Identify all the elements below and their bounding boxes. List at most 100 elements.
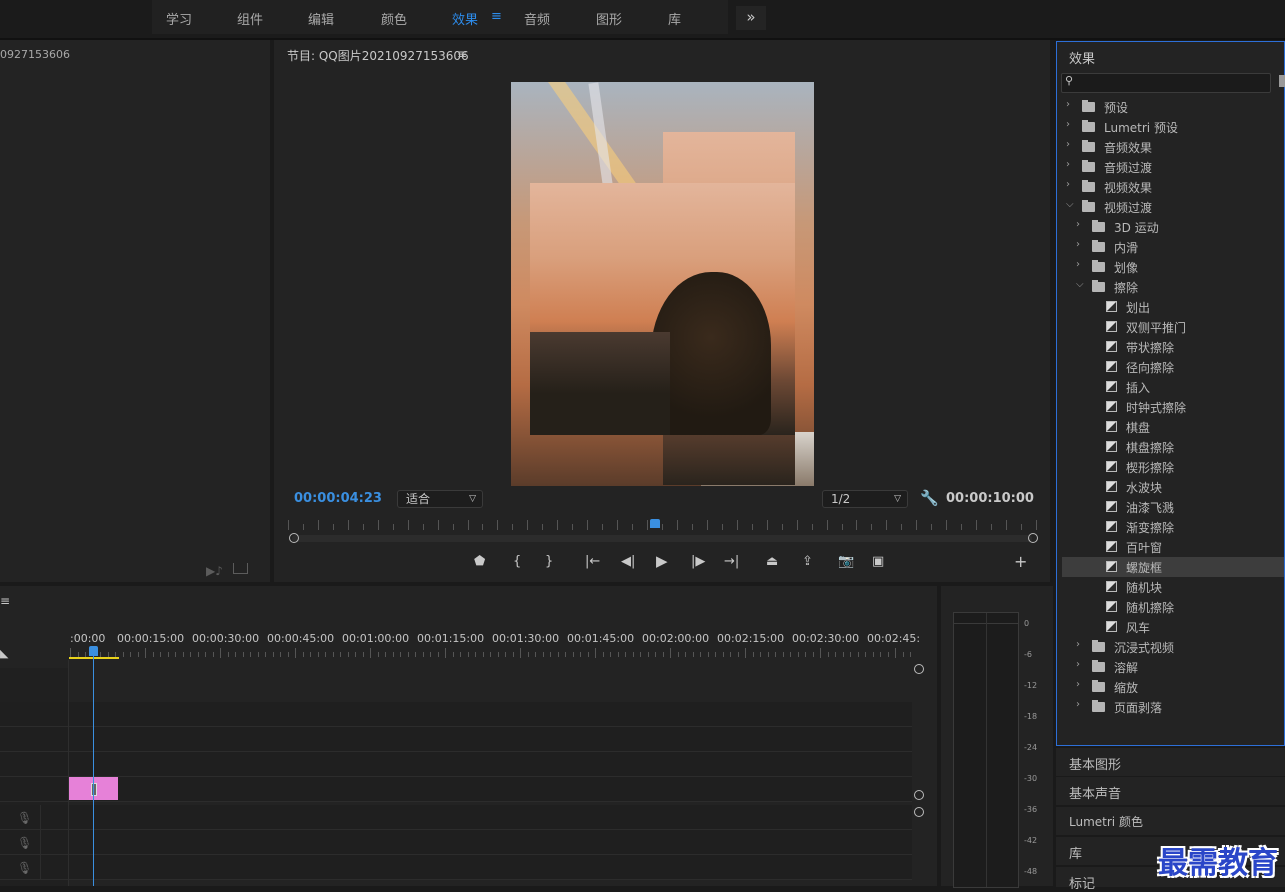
effects-tree-item[interactable]: 随机块 — [1062, 577, 1284, 597]
microphone-icon[interactable]: 🎙 — [17, 861, 32, 875]
chevron-right-icon[interactable]: › — [1066, 179, 1070, 190]
work-area-bar[interactable] — [69, 657, 119, 659]
effects-tree-item[interactable]: 水波块 — [1062, 477, 1284, 497]
audio-scroll-handle-top[interactable] — [914, 807, 924, 817]
panel-essential-graphics[interactable]: 基本图形 — [1056, 747, 1285, 776]
effects-tree-item[interactable]: 百叶窗 — [1062, 537, 1284, 557]
track-v3[interactable] — [0, 702, 912, 727]
chevron-right-icon[interactable]: › — [1076, 699, 1080, 710]
scrollbar-left-handle[interactable] — [289, 533, 299, 543]
effects-tree-item[interactable]: 划出 — [1062, 297, 1284, 317]
effects-tree-item[interactable]: › 音频效果 — [1062, 137, 1284, 157]
go-to-out-button[interactable]: →| — [724, 554, 739, 569]
track-a1[interactable] — [0, 805, 912, 830]
track-v1-top[interactable] — [0, 752, 912, 777]
panel-lumetri-color[interactable]: Lumetri 颜色 — [1056, 806, 1285, 835]
mark-out-button[interactable]: } — [545, 554, 553, 569]
vertical-scroll-handle-top[interactable] — [914, 664, 924, 674]
effects-tree-item[interactable]: 渐变擦除 — [1062, 517, 1284, 537]
effects-tree-item[interactable]: ⌵ 视频过渡 — [1062, 197, 1284, 217]
zoom-level-select[interactable]: 适合 ▽ — [397, 490, 483, 508]
program-playhead[interactable] — [649, 519, 660, 528]
track-a2[interactable] — [0, 830, 912, 855]
extract-button[interactable]: ⇪ — [802, 554, 813, 569]
effects-tree-item[interactable]: › 沉浸式视频 — [1062, 637, 1284, 657]
workspace-tab-effects[interactable]: 效果 — [452, 9, 478, 28]
track-a3[interactable] — [0, 855, 912, 880]
program-zoom-scrollbar[interactable] — [292, 535, 1032, 542]
go-to-in-button[interactable]: |← — [585, 554, 600, 569]
microphone-icon[interactable]: 🎙 — [17, 836, 32, 850]
workspace-overflow-button[interactable]: » — [736, 6, 766, 30]
snap-icon[interactable]: ◣ — [0, 647, 8, 660]
effects-tree-item[interactable]: 插入 — [1062, 377, 1284, 397]
workspace-tab-graphics[interactable]: 图形 — [596, 9, 622, 28]
timeline-playhead-handle[interactable] — [89, 646, 98, 656]
effects-tree-item[interactable]: 随机擦除 — [1062, 597, 1284, 617]
effects-tree-item[interactable]: 棋盘 — [1062, 417, 1284, 437]
effects-tree-item[interactable]: ⌵ 擦除 — [1062, 277, 1284, 297]
program-time-ruler[interactable] — [288, 520, 1037, 532]
effects-tree-item[interactable]: 带状擦除 — [1062, 337, 1284, 357]
workspace-tab-audio[interactable]: 音频 — [524, 9, 550, 28]
panel-essential-sound[interactable]: 基本声音 — [1056, 776, 1285, 805]
chevron-right-icon[interactable]: › — [1076, 259, 1080, 270]
effects-tree-item[interactable]: › 溶解 — [1062, 657, 1284, 677]
chevron-right-icon[interactable]: › — [1066, 119, 1070, 130]
chevron-right-icon[interactable]: › — [1076, 639, 1080, 650]
chevron-down-icon[interactable]: ⌵ — [1076, 279, 1084, 290]
effects-tree-item[interactable]: › Lumetri 预设 — [1062, 117, 1284, 137]
scrollbar-right-handle[interactable] — [1028, 533, 1038, 543]
workspace-tab-libraries[interactable]: 库 — [668, 9, 681, 28]
workspace-menu-icon[interactable]: ≡ — [491, 9, 502, 24]
step-back-button[interactable]: ◀| — [621, 554, 635, 569]
export-media-icon[interactable] — [233, 563, 248, 574]
camera-icon[interactable]: 📷 — [838, 554, 854, 569]
vertical-scroll-handle-bottom[interactable] — [914, 790, 924, 800]
effects-tree-item[interactable]: › 3D 运动 — [1062, 217, 1284, 237]
add-marker-button[interactable]: ⬟ — [474, 554, 485, 569]
workspace-tab-editing[interactable]: 编辑 — [308, 9, 334, 28]
lift-button[interactable]: ⏏ — [766, 554, 778, 569]
effects-tree-item[interactable]: › 音频过渡 — [1062, 157, 1284, 177]
chevron-down-icon[interactable]: ⌵ — [1066, 199, 1074, 210]
step-forward-button[interactable]: |▶ — [691, 554, 705, 569]
effects-tree-item[interactable]: 风车 — [1062, 617, 1284, 637]
track-v1[interactable] — [0, 777, 912, 802]
chevron-right-icon[interactable]: › — [1066, 159, 1070, 170]
timeline-ruler[interactable] — [70, 648, 912, 658]
effects-tree-item[interactable]: 径向擦除 — [1062, 357, 1284, 377]
microphone-icon[interactable]: 🎙 — [17, 811, 32, 825]
workspace-tab-learn[interactable]: 学习 — [166, 9, 192, 28]
mark-in-button[interactable]: { — [513, 554, 521, 569]
play-button[interactable]: ▶ — [656, 552, 668, 570]
chevron-right-icon[interactable]: › — [1076, 219, 1080, 230]
effects-tree-item[interactable]: › 视频效果 — [1062, 177, 1284, 197]
effects-tree-item[interactable]: › 缩放 — [1062, 677, 1284, 697]
program-panel-menu-icon[interactable]: ≡ — [457, 47, 467, 61]
effects-tree-item[interactable]: › 预设 — [1062, 97, 1284, 117]
chevron-right-icon[interactable]: › — [1076, 679, 1080, 690]
effects-tree-item[interactable]: 双侧平推门 — [1062, 317, 1284, 337]
add-button-icon[interactable]: + — [1014, 552, 1027, 571]
chevron-right-icon[interactable]: › — [1076, 239, 1080, 250]
workspace-tab-assembly[interactable]: 组件 — [237, 9, 263, 28]
effects-tree-item[interactable]: 螺旋框 — [1062, 557, 1284, 577]
comparison-view-button[interactable]: ▣ — [872, 554, 884, 569]
timeline-menu-icon[interactable]: ≡ — [0, 594, 10, 608]
effects-search-input[interactable]: ⚲ — [1061, 73, 1271, 93]
effects-tree-item[interactable]: 棋盘擦除 — [1062, 437, 1284, 457]
chevron-right-icon[interactable]: › — [1066, 139, 1070, 150]
insert-audio-icon[interactable]: ▶♪ — [206, 564, 223, 578]
chevron-right-icon[interactable]: › — [1066, 99, 1070, 110]
effects-tree-item[interactable]: › 内滑 — [1062, 237, 1284, 257]
playback-resolution-select[interactable]: 1/2 ▽ — [822, 490, 908, 508]
effects-tree-item[interactable]: › 页面剥落 — [1062, 697, 1284, 717]
effects-tree-item[interactable]: 油漆飞溅 — [1062, 497, 1284, 517]
effects-tree-item[interactable]: 楔形擦除 — [1062, 457, 1284, 477]
chevron-right-icon[interactable]: › — [1076, 659, 1080, 670]
current-timecode[interactable]: 00:00:04:23 — [294, 491, 382, 506]
effects-tree-item[interactable]: 时钟式擦除 — [1062, 397, 1284, 417]
effects-tree-item[interactable]: › 划像 — [1062, 257, 1284, 277]
workspace-tab-color[interactable]: 颜色 — [381, 9, 407, 28]
